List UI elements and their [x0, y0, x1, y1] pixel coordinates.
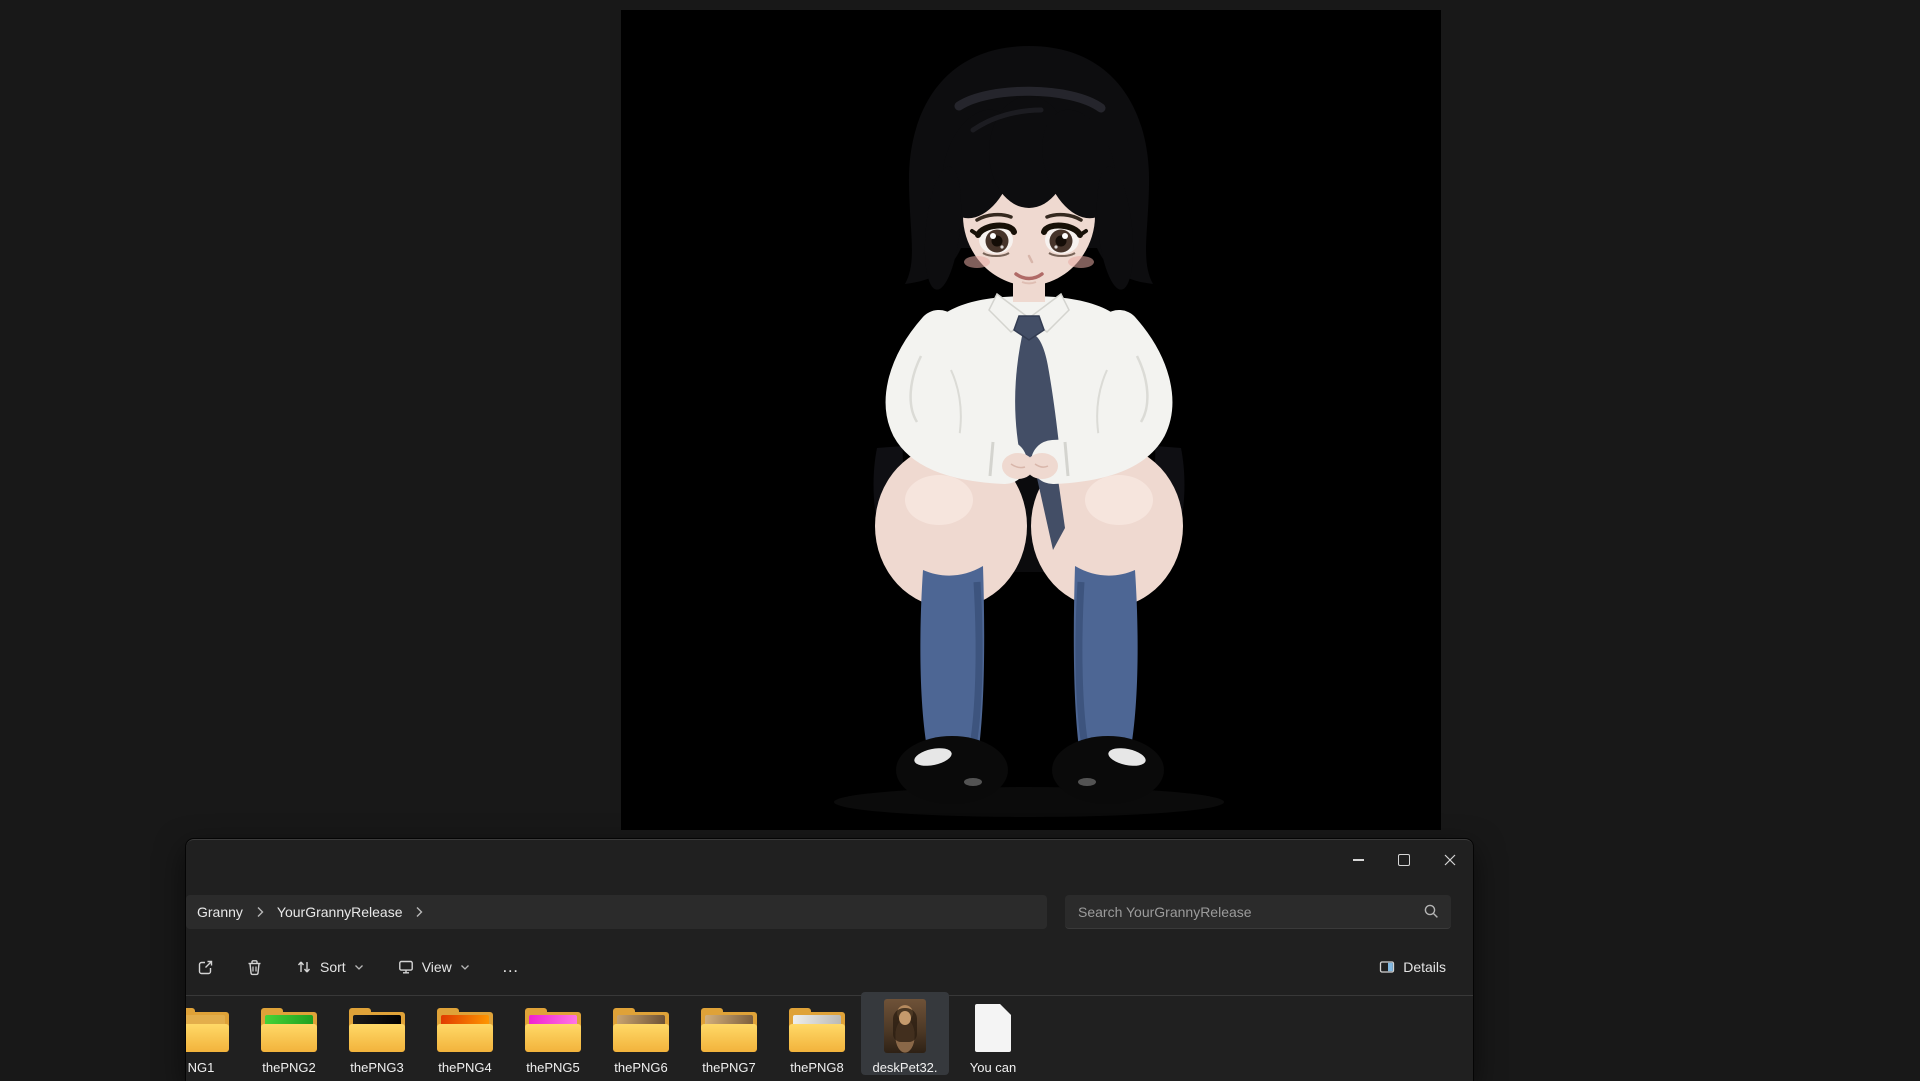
- chevron-down-icon: [459, 961, 471, 973]
- file-label: thePNG6: [614, 1060, 667, 1075]
- photo-viewer: [621, 10, 1441, 830]
- search-box: [1065, 895, 1451, 929]
- file-icon-box: [701, 1000, 757, 1054]
- file-item[interactable]: thePNG8: [773, 992, 861, 1075]
- file-item[interactable]: NG1: [186, 992, 245, 1075]
- file-grid: NG1 thePNG2 thePNG3 thePNG4: [186, 992, 1473, 1081]
- file-icon-box: [525, 1000, 581, 1054]
- image-thumbnail-icon: [884, 999, 926, 1053]
- share-button[interactable]: [188, 951, 223, 984]
- file-icon-box: [349, 1000, 405, 1054]
- file-label: thePNG8: [790, 1060, 843, 1075]
- file-label: thePNG2: [262, 1060, 315, 1075]
- folder-icon: [349, 1009, 405, 1053]
- file-label: thePNG3: [350, 1060, 403, 1075]
- document-icon: [975, 1004, 1011, 1052]
- details-button[interactable]: Details: [1369, 951, 1455, 983]
- close-button[interactable]: [1427, 840, 1473, 880]
- file-label: NG1: [188, 1060, 215, 1075]
- titlebar[interactable]: [186, 840, 1473, 880]
- more-icon: …: [502, 962, 520, 972]
- search-icon[interactable]: [1423, 903, 1440, 920]
- file-icon-box: [186, 1000, 229, 1054]
- file-icon-box: [261, 1000, 317, 1054]
- folder-icon: [789, 1009, 845, 1053]
- minimize-icon: [1353, 859, 1364, 861]
- trash-icon: [245, 958, 264, 977]
- view-icon: [397, 958, 415, 976]
- file-label: thePNG7: [702, 1060, 755, 1075]
- file-item[interactable]: thePNG6: [597, 992, 685, 1075]
- delete-button[interactable]: [237, 951, 272, 984]
- maximize-icon: [1398, 854, 1410, 866]
- file-icon-box: [884, 1000, 926, 1054]
- file-icon-box: [789, 1000, 845, 1054]
- maximize-button[interactable]: [1381, 840, 1427, 880]
- minimize-button[interactable]: [1335, 840, 1381, 880]
- folder-icon: [701, 1009, 757, 1053]
- details-icon: [1378, 958, 1396, 976]
- file-icon-box: [613, 1000, 669, 1054]
- folder-icon: [613, 1009, 669, 1053]
- folder-icon: [437, 1009, 493, 1053]
- chevron-down-icon: [353, 961, 365, 973]
- view-button[interactable]: View: [388, 951, 480, 983]
- file-explorer-window: Granny YourGrannyRelease Sort View: [186, 839, 1473, 1081]
- window-controls: [1335, 840, 1473, 880]
- sort-icon: [295, 958, 313, 976]
- view-label: View: [422, 959, 452, 975]
- file-item[interactable]: thePNG3: [333, 992, 421, 1075]
- share-icon: [196, 958, 215, 977]
- folder-icon: [186, 1009, 229, 1053]
- breadcrumb-item[interactable]: Granny: [191, 901, 249, 923]
- file-item[interactable]: deskPet32.: [861, 992, 949, 1075]
- sort-button[interactable]: Sort: [286, 951, 374, 983]
- file-item[interactable]: thePNG5: [509, 992, 597, 1075]
- file-item[interactable]: thePNG2: [245, 992, 333, 1075]
- address-row: Granny YourGrannyRelease: [186, 895, 1451, 929]
- file-label: deskPet32.: [872, 1060, 937, 1075]
- file-label: thePNG5: [526, 1060, 579, 1075]
- breadcrumb-item[interactable]: YourGrannyRelease: [271, 901, 409, 923]
- file-label: thePNG4: [438, 1060, 491, 1075]
- folder-icon: [525, 1009, 581, 1053]
- character-illustration: [621, 10, 1441, 830]
- file-icon-box: [437, 1000, 493, 1054]
- file-icon-box: [975, 1000, 1011, 1054]
- command-bar: Sort View … Details: [186, 945, 1473, 989]
- file-item[interactable]: You can: [949, 992, 1037, 1075]
- close-icon: [1444, 854, 1456, 866]
- file-item[interactable]: thePNG7: [685, 992, 773, 1075]
- file-label: You can: [970, 1060, 1017, 1075]
- chevron-right-icon[interactable]: [412, 904, 426, 920]
- search-input[interactable]: [1065, 904, 1451, 920]
- chevron-right-icon[interactable]: [253, 904, 267, 920]
- sort-label: Sort: [320, 959, 346, 975]
- details-label: Details: [1403, 959, 1446, 975]
- address-bar[interactable]: Granny YourGrannyRelease: [186, 895, 1047, 929]
- file-item[interactable]: thePNG4: [421, 992, 509, 1075]
- folder-icon: [261, 1009, 317, 1053]
- more-options-button[interactable]: …: [494, 955, 528, 979]
